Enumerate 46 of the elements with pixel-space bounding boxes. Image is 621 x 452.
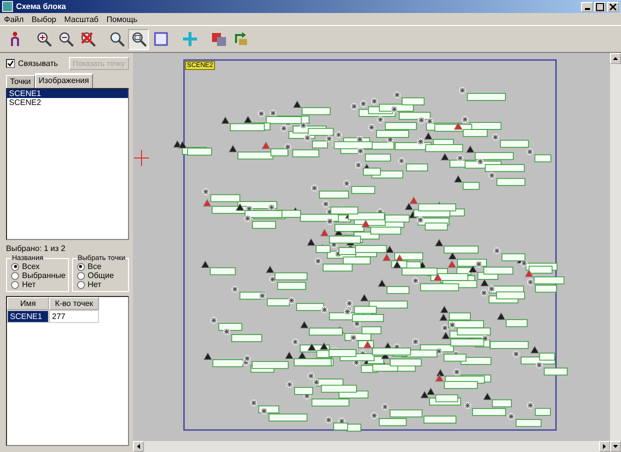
up-arrow-icon [613,57,618,60]
maximize-button[interactable] [594,2,606,12]
link-checkbox[interactable]: Связывать [6,58,58,68]
tab[interactable]: Точки [6,75,35,88]
radio-option[interactable]: Выбранные [11,271,66,280]
menu-item[interactable]: Помощь [106,14,138,24]
table-cell: 277 [49,310,99,323]
left-arrow-icon [137,444,140,449]
pictures-icon [210,31,226,47]
magnifier-icon [58,31,74,47]
radio-option[interactable]: Общие [76,271,126,280]
checkmark-icon [7,60,14,66]
radio-option[interactable]: Все [76,262,126,271]
magnifier-icon [130,31,146,47]
crosshair-icon [134,150,150,166]
rectangle-icon [152,31,168,47]
column-header[interactable]: К-во точек [49,297,99,310]
rotate-icon [232,31,248,47]
vertical-scrollbar[interactable] [610,53,621,452]
image-list-item[interactable]: SCENE2 [7,98,128,107]
window-title: Схема блока [16,2,67,11]
maximize-icon [596,2,604,10]
magnifier-icon [80,31,96,47]
down-arrow-icon [613,445,618,448]
magnifier-icon [36,31,52,47]
close-button[interactable] [607,2,619,12]
minimize-button[interactable] [581,2,593,12]
radio-option[interactable]: Нет [11,280,66,289]
close-icon [609,2,617,10]
horizontal-scrollbar[interactable] [133,441,610,452]
plus-icon [182,31,198,47]
menu-item[interactable]: Масштаб [64,14,98,24]
menu-item[interactable]: Файл [4,14,24,24]
zoom-fit-tool-button[interactable] [128,28,149,50]
radio-option[interactable]: Всех [11,262,66,271]
column-header[interactable]: Имя [7,297,49,310]
right-arrow-icon [603,444,606,449]
selection-status: Выбрано: 1 из 2 [6,244,66,253]
menu-item[interactable]: Выбор [32,14,56,24]
table-cell: SCENE1 [7,310,49,323]
radio-option[interactable]: Нет [76,280,126,289]
minimize-icon [584,8,590,10]
tab[interactable]: Изображения [34,73,93,88]
magnifier-icon [108,31,124,47]
image-list-item[interactable]: SCENE1 [7,89,128,98]
app-icon [2,1,13,12]
